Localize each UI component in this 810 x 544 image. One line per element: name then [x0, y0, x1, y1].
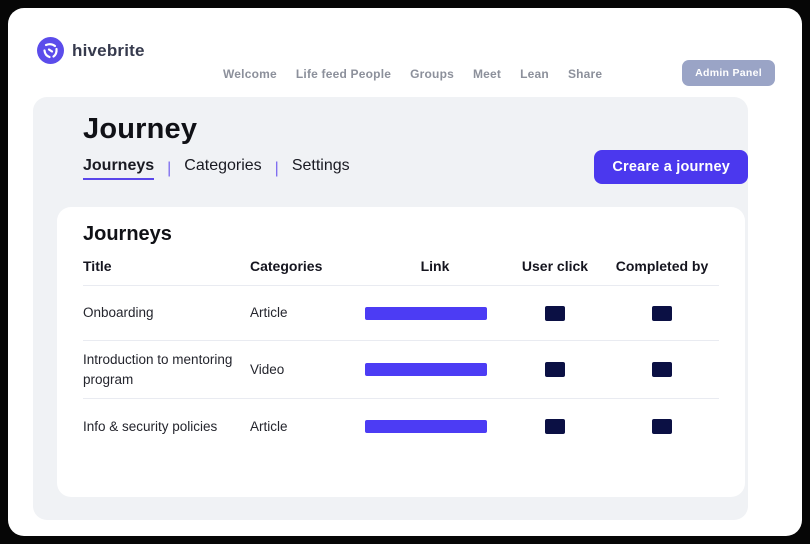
table-row: Info & security policies Article: [83, 399, 719, 454]
tab-settings[interactable]: Settings: [292, 157, 350, 180]
journeys-card: Journeys Title Categories Link User clic…: [57, 207, 745, 497]
link-bar[interactable]: [365, 307, 487, 320]
tab-journeys[interactable]: Journeys: [83, 157, 154, 180]
journey-tabs: Journeys | Categories | Settings: [83, 157, 350, 180]
user-click-square: [545, 306, 565, 321]
row-category: Article: [250, 417, 365, 437]
column-header-categories: Categories: [250, 258, 365, 274]
hivebrite-logo-icon: [37, 37, 64, 64]
table-header-row: Title Categories Link User click Complet…: [83, 246, 719, 286]
nav-item-groups[interactable]: Groups: [410, 67, 454, 81]
completed-by-square: [652, 362, 672, 377]
column-header-user-click: User click: [522, 258, 588, 274]
row-title: Introduction to mentoring program: [83, 350, 250, 389]
app-window: hivebrite Welcome Life feed People Group…: [8, 8, 802, 536]
journeys-card-title: Journeys: [83, 223, 719, 246]
brand-logo: hivebrite: [37, 37, 145, 64]
column-header-completed-by: Completed by: [616, 258, 709, 274]
nav-item-meet[interactable]: Meet: [473, 67, 501, 81]
tab-separator: |: [167, 160, 171, 178]
table-body: Onboarding Article Introduction to mento…: [83, 286, 719, 454]
link-bar[interactable]: [365, 363, 487, 376]
nav-item-life-feed-people[interactable]: Life feed People: [296, 67, 391, 81]
journey-page-panel: Journey Journeys | Categories | Settings…: [33, 97, 748, 520]
table-row: Onboarding Article: [83, 286, 719, 341]
nav-item-share[interactable]: Share: [568, 67, 602, 81]
nav-item-lean[interactable]: Lean: [520, 67, 549, 81]
table-row: Introduction to mentoring program Video: [83, 341, 719, 399]
link-bar[interactable]: [365, 420, 487, 433]
tab-separator: |: [275, 160, 279, 178]
page-title: Journey: [83, 113, 197, 146]
tab-categories[interactable]: Categories: [184, 157, 261, 180]
completed-by-square: [652, 306, 672, 321]
create-journey-button[interactable]: Creare a journey: [594, 150, 748, 184]
column-header-title: Title: [83, 258, 250, 274]
brand-name: hivebrite: [72, 41, 145, 61]
user-click-square: [545, 419, 565, 434]
completed-by-square: [652, 419, 672, 434]
row-category: Article: [250, 303, 365, 323]
top-navigation: Welcome Life feed People Groups Meet Lea…: [223, 67, 602, 81]
row-category: Video: [250, 360, 365, 380]
row-title: Info & security policies: [83, 417, 250, 437]
user-click-square: [545, 362, 565, 377]
admin-panel-button[interactable]: Admin Panel: [682, 60, 775, 86]
row-title: Onboarding: [83, 303, 250, 323]
column-header-link: Link: [421, 258, 450, 274]
nav-item-welcome[interactable]: Welcome: [223, 67, 277, 81]
